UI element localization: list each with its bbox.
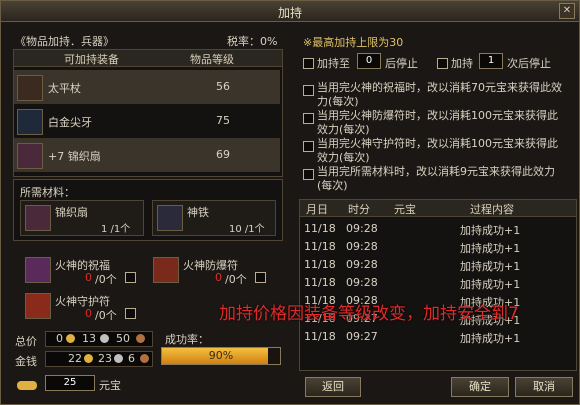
total-silver: 13 bbox=[82, 332, 96, 345]
ore-icon bbox=[157, 205, 183, 231]
log-col-content: 过程内容 bbox=[470, 203, 514, 216]
log-row: 11/18 09:28 加持成功+1 bbox=[304, 258, 521, 273]
equipment-list-header: 可加持装备 物品等级 bbox=[14, 50, 282, 67]
stop-times-checkbox[interactable] bbox=[437, 58, 448, 69]
stop-times-label: 加持 bbox=[451, 57, 473, 70]
money-gold: 22 bbox=[68, 352, 82, 365]
total-price-box: 0 13 50 bbox=[45, 331, 153, 347]
window-title: 加持 bbox=[277, 6, 302, 20]
materials-label: 所需材料： bbox=[20, 186, 75, 199]
equipment-level: 75 bbox=[216, 114, 230, 127]
overlay-annotation: 加持价格因装备等级改变，加持安全到7 bbox=[219, 304, 519, 324]
log-row: 11/18 09:28 加持成功+1 bbox=[304, 240, 521, 255]
staff-icon bbox=[17, 75, 43, 101]
money-label: 金钱 bbox=[15, 355, 37, 368]
equipment-name: 太平杖 bbox=[48, 82, 81, 95]
equipment-list: 可加持装备 物品等级 太平杖 56 白金尖牙 75 +7 锦织扇 69 bbox=[13, 49, 283, 177]
total-gold: 0 bbox=[56, 332, 63, 345]
close-icon: ✕ bbox=[562, 5, 572, 16]
enhance-window: 加持 ✕ 《物品加持．兵器》 税率：0% 可加持装备 物品等级 太平杖 56 白… bbox=[0, 0, 580, 405]
cancel-button[interactable]: 取消 bbox=[515, 377, 573, 397]
money-copper: 6 bbox=[128, 352, 135, 365]
charm-need: /0个 bbox=[225, 273, 247, 286]
yuanbao-label: 元宝 bbox=[99, 379, 121, 392]
stop-at-suffix: 后停止 bbox=[385, 57, 418, 70]
copper-coin-icon bbox=[136, 334, 145, 343]
back-button[interactable]: 返回 bbox=[305, 377, 361, 397]
tax-label: 税率：0% bbox=[227, 35, 278, 48]
silver-coin-icon bbox=[100, 334, 109, 343]
col-item-level: 物品等级 bbox=[190, 53, 234, 66]
equipment-name: 白金尖牙 bbox=[48, 116, 92, 129]
log-col-date: 月日 bbox=[306, 203, 328, 216]
option-checkbox-0[interactable] bbox=[303, 85, 314, 96]
charm-checkbox-1[interactable] bbox=[255, 272, 266, 283]
stop-times-suffix: 次后停止 bbox=[507, 57, 551, 70]
equipment-row-0[interactable]: 太平杖 56 bbox=[14, 70, 280, 104]
equipment-level: 69 bbox=[216, 148, 230, 161]
equipment-row-1[interactable]: 白金尖牙 75 bbox=[14, 104, 280, 138]
stop-at-label: 加持至 bbox=[317, 57, 350, 70]
equipment-level: 56 bbox=[216, 80, 230, 93]
enhance-log: 月日 时分 元宝 过程内容 11/18 09:28 加持成功+1 11/18 09:2… bbox=[299, 199, 577, 371]
charm-checkbox-2[interactable] bbox=[125, 308, 136, 319]
material-slot-1[interactable]: 神铁 10 /1个 bbox=[152, 200, 276, 236]
material-count: 1 /1个 bbox=[101, 224, 131, 235]
charm-have: 0 bbox=[215, 271, 222, 284]
col-equipment: 可加持装备 bbox=[64, 53, 119, 66]
charm-have: 0 bbox=[85, 271, 92, 284]
gold-coin-icon bbox=[66, 334, 75, 343]
log-header: 月日 时分 元宝 过程内容 bbox=[300, 200, 576, 217]
equipment-row-2[interactable]: +7 锦织扇 69 bbox=[14, 138, 280, 172]
option-checkbox-2[interactable] bbox=[303, 141, 314, 152]
gold-ingot-icon bbox=[15, 375, 39, 391]
option-checkbox-3[interactable] bbox=[303, 169, 314, 180]
silver-coin-icon bbox=[114, 354, 123, 363]
total-price-label: 总价 bbox=[15, 335, 37, 348]
claw-icon bbox=[17, 109, 43, 135]
confirm-button[interactable]: 确定 bbox=[451, 377, 509, 397]
charm-have: 0 bbox=[85, 307, 92, 320]
explosion-charm-icon[interactable] bbox=[153, 257, 179, 283]
success-rate-text: 90% bbox=[208, 349, 234, 362]
equipment-name: +7 锦织扇 bbox=[48, 150, 101, 163]
option-text: 当用完火神守护符时，改以消耗100元宝来获得此效力(每次) bbox=[317, 137, 558, 164]
option-text: 当用完火神的祝福时，改以消耗70元宝来获得此效力(每次) bbox=[317, 81, 562, 108]
success-rate-bar: 90% bbox=[161, 347, 281, 365]
stop-times-input[interactable]: 1 bbox=[479, 53, 503, 69]
copper-coin-icon bbox=[140, 354, 149, 363]
log-col-time: 时分 bbox=[348, 203, 370, 216]
title-bar[interactable]: 加持 ✕ bbox=[1, 1, 579, 22]
money-box: 22 23 6 bbox=[45, 351, 153, 367]
material-name: 锦织扇 bbox=[55, 206, 88, 219]
log-row: 11/18 09:27 加持成功+1 bbox=[304, 330, 521, 345]
guard-charm-icon[interactable] bbox=[25, 293, 51, 319]
log-row: 11/18 09:28 加持成功+1 bbox=[304, 222, 521, 237]
max-enhance-note: ※最高加持上限为30 bbox=[303, 36, 404, 49]
fan-icon bbox=[25, 205, 51, 231]
fan-icon bbox=[17, 143, 43, 169]
blessing-charm-icon[interactable] bbox=[25, 257, 51, 283]
charm-need: /0个 bbox=[95, 309, 117, 322]
close-button[interactable]: ✕ bbox=[559, 3, 575, 19]
stop-at-input[interactable]: 0 bbox=[357, 53, 381, 69]
option-text: 当用完所需材料时，改以消耗9元宝来获得此效力(每次) bbox=[317, 165, 555, 192]
gold-coin-icon bbox=[84, 354, 93, 363]
money-silver: 23 bbox=[98, 352, 112, 365]
stop-at-checkbox[interactable] bbox=[303, 58, 314, 69]
option-checkbox-1[interactable] bbox=[303, 113, 314, 124]
charm-need: /0个 bbox=[95, 273, 117, 286]
material-count: 10 /1个 bbox=[229, 224, 265, 235]
log-row: 11/18 09:28 加持成功+1 bbox=[304, 276, 521, 291]
option-text: 当用完火神防爆符时，改以消耗100元宝来获得此效力(每次) bbox=[317, 109, 558, 136]
yuanbao-field[interactable]: 25 bbox=[45, 375, 95, 391]
material-slot-0[interactable]: 锦织扇 1 /1个 bbox=[20, 200, 144, 236]
category-label: 《物品加持．兵器》 bbox=[15, 35, 114, 48]
total-copper: 50 bbox=[116, 332, 130, 345]
log-col-yuanbao: 元宝 bbox=[394, 203, 416, 216]
charm-checkbox-0[interactable] bbox=[125, 272, 136, 283]
materials-panel: 所需材料： 锦织扇 1 /1个 神铁 10 /1个 bbox=[13, 179, 283, 241]
success-rate-label: 成功率： bbox=[165, 333, 209, 346]
material-name: 神铁 bbox=[187, 206, 209, 219]
